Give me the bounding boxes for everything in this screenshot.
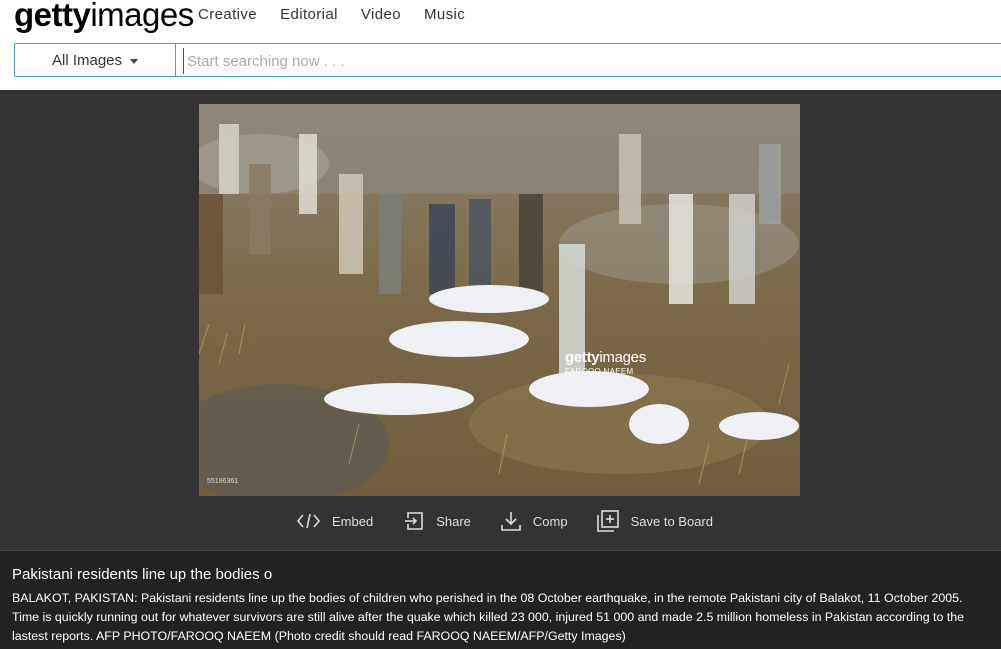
comp-label: Comp <box>532 513 568 529</box>
caption-title: Pakistani residents line up the bodies o <box>12 566 273 583</box>
caret-down-icon <box>130 58 139 64</box>
action-bar: Embed Share Comp Save to Board <box>297 510 713 532</box>
image-type-dropdown[interactable]: All Images <box>15 44 176 76</box>
embed-label: Embed <box>332 513 374 529</box>
nav-music[interactable]: Music <box>424 6 465 23</box>
site-header: gettyimages Creative Editorial Video Mus… <box>0 0 1001 90</box>
share-icon <box>405 512 424 530</box>
watermark-brand-bold: getty <box>565 349 600 366</box>
caption-body: BALAKOT, PAKISTAN: Pakistani residents l… <box>12 591 965 643</box>
search-input[interactable] <box>183 48 999 74</box>
watermark-brand: gettyimages <box>565 349 646 366</box>
download-icon <box>501 512 521 531</box>
image-type-label: All Images <box>51 51 123 69</box>
nav-video[interactable]: Video <box>361 6 401 23</box>
caption-panel: Pakistani residents line up the bodies o… <box>0 550 1001 649</box>
save-to-board-label: Save to Board <box>630 513 713 529</box>
nav-creative[interactable]: Creative <box>198 6 257 23</box>
getty-images-logo[interactable]: gettyimages <box>14 0 194 34</box>
logo-light-text: images <box>90 0 194 33</box>
add-board-icon <box>596 510 619 532</box>
share-button[interactable]: Share <box>404 512 471 530</box>
logo-bold-text: getty <box>14 0 91 33</box>
nav-editorial[interactable]: Editorial <box>280 6 338 23</box>
save-to-board-button[interactable]: Save to Board <box>596 510 713 532</box>
comp-button[interactable]: Comp <box>501 511 568 531</box>
main-nav: Creative Editorial Video Music <box>198 6 465 23</box>
watermark-credit: FAROOQ NAEEM <box>565 367 634 376</box>
photo-scene <box>199 104 800 496</box>
search-bar: All Images <box>14 43 1001 77</box>
watermark: gettyimages FAROOQ NAEEM <box>565 349 646 376</box>
embed-icon <box>297 513 320 529</box>
watermark-brand-light: images <box>599 349 646 366</box>
embed-button[interactable]: Embed <box>297 513 373 529</box>
photo-id: 55186361 <box>207 478 239 485</box>
share-label: Share <box>436 513 471 529</box>
main-photo[interactable]: gettyimages FAROOQ NAEEM 55186361 <box>199 104 800 496</box>
